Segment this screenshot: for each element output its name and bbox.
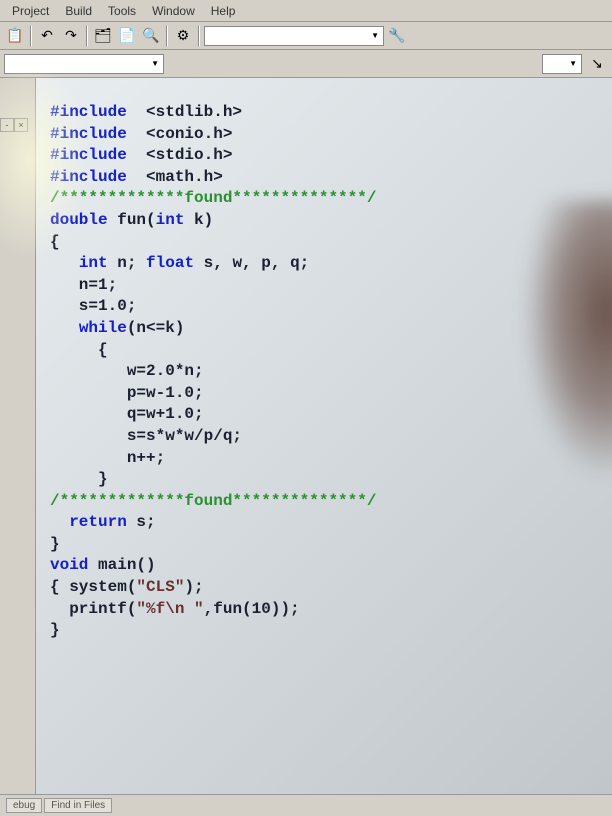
status-bar: ebug Find in Files bbox=[0, 794, 612, 816]
class-dropdown[interactable]: ▼ bbox=[4, 54, 164, 74]
output-tab-find[interactable]: Find in Files bbox=[44, 798, 112, 813]
output-tab-debug[interactable]: ebug bbox=[6, 798, 42, 813]
chevron-down-icon: ▼ bbox=[569, 59, 577, 68]
menu-help[interactable]: Help bbox=[203, 2, 244, 20]
panel-close-icon[interactable]: × bbox=[14, 118, 28, 132]
main-toolbar: 📋 ↶ ↷ 🗂 📄 🔍 ⚙ ▼ 🔧 bbox=[0, 22, 612, 50]
config-dropdown[interactable]: ▼ bbox=[204, 26, 384, 46]
undo-icon[interactable]: ↶ bbox=[36, 25, 58, 47]
toolbar-separator bbox=[30, 26, 32, 46]
member-dropdown[interactable]: ▼ bbox=[542, 54, 582, 74]
side-panel: - × bbox=[0, 78, 36, 794]
build-icon[interactable]: ⚙ bbox=[172, 25, 194, 47]
secondary-toolbar: ▼ ▼ ↘ bbox=[0, 50, 612, 78]
menu-window[interactable]: Window bbox=[144, 2, 203, 20]
chevron-down-icon: ▼ bbox=[371, 31, 379, 40]
nav-icon[interactable]: ↘ bbox=[586, 53, 608, 75]
menu-build[interactable]: Build bbox=[57, 2, 100, 20]
chevron-down-icon: ▼ bbox=[151, 59, 159, 68]
toolbar-separator bbox=[198, 26, 200, 46]
tool-icon[interactable]: 🔧 bbox=[386, 25, 408, 47]
menu-bar: Project Build Tools Window Help bbox=[0, 0, 612, 22]
workspace-icon[interactable]: 🗂 bbox=[92, 25, 114, 47]
toolbar-separator bbox=[86, 26, 88, 46]
save-all-icon[interactable]: 📋 bbox=[4, 25, 26, 47]
code-content[interactable]: #include <stdlib.h> #include <conio.h> #… bbox=[40, 82, 608, 662]
panel-minimize-icon[interactable]: - bbox=[0, 118, 14, 132]
menu-project[interactable]: Project bbox=[4, 2, 57, 20]
menu-tools[interactable]: Tools bbox=[100, 2, 144, 20]
main-area: - × #include <stdlib.h> #include <conio.… bbox=[0, 78, 612, 794]
redo-icon[interactable]: ↷ bbox=[60, 25, 82, 47]
code-editor[interactable]: #include <stdlib.h> #include <conio.h> #… bbox=[36, 78, 612, 794]
find-icon[interactable]: 🔍 bbox=[140, 25, 162, 47]
toolbar-separator bbox=[166, 26, 168, 46]
file-icon[interactable]: 📄 bbox=[116, 25, 138, 47]
